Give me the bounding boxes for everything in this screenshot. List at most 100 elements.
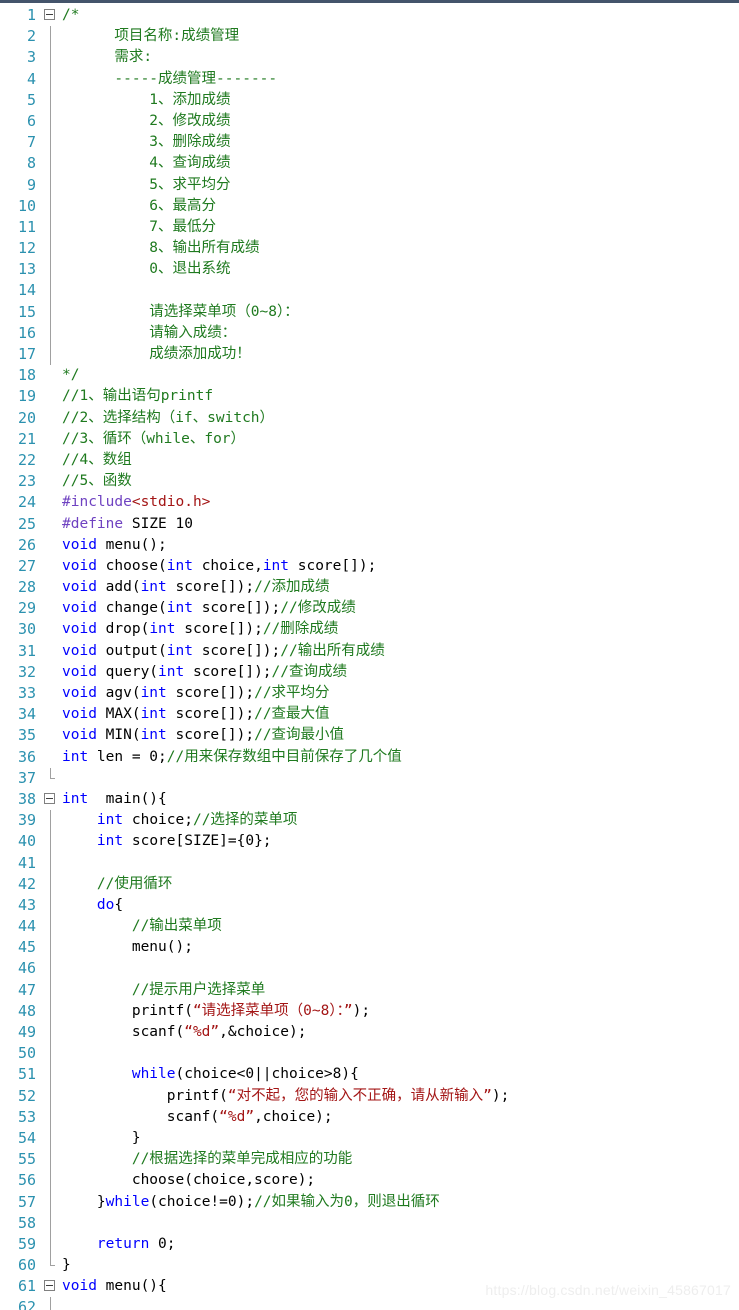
code-line[interactable]: 49 scanf(“%d”,&choice); (0, 1022, 739, 1044)
code-line[interactable]: 60} (0, 1255, 739, 1276)
code-line[interactable]: 48 printf(“请选择菜单项（0~8）：”); (0, 1000, 739, 1023)
token-cmt: //输出菜单项 (131, 918, 222, 935)
code-line[interactable]: 37 (0, 767, 739, 789)
token-kw: void (62, 557, 97, 574)
line-number: 40 (17, 832, 36, 851)
code-line[interactable]: 19 //1、输出语句printf (0, 386, 739, 407)
code-line[interactable]: 33 void agv(int score[]);//求平均分 (0, 683, 739, 704)
code-line[interactable]: 39 int choice;//选择的菜单项 (0, 810, 739, 832)
code-line[interactable]: 10 6、最高分 (0, 195, 739, 218)
code-lines-container[interactable]: 1/* 2 项目名称:成绩管理 3 需求: 4 -----成绩管理------- 5 1… (0, 3, 739, 1310)
code-line[interactable]: 26 void menu(); (0, 535, 739, 556)
code-line[interactable]: 32 void query(int score[]);//查询成绩 (0, 662, 739, 683)
code-line[interactable]: 11 7、最低分 (0, 216, 739, 239)
code-line[interactable]: 59 return 0; (0, 1233, 739, 1256)
code-line[interactable]: 51 while(choice<0||choice>8){ (0, 1064, 739, 1086)
code-editor-pane[interactable]: 1/* 2 项目名称:成绩管理 3 需求: 4 -----成绩管理------- 5 1… (0, 0, 739, 1310)
code-line[interactable]: 9 5、求平均分 (0, 174, 739, 196)
code-line[interactable]: 18 */ (0, 365, 739, 386)
code-line[interactable]: 42 //使用循环 (0, 873, 739, 896)
code-line[interactable]: 36 int len = 0;//用来保存数组中目前保存了几个值 (0, 747, 739, 768)
code-line[interactable]: 31 void output(int score[]);//输出所有成绩 (0, 641, 739, 662)
fold-collapse-icon[interactable] (42, 1276, 62, 1297)
token-plain: MIN( (96, 727, 141, 744)
code-line[interactable]: 20 //2、选择结构（if、switch） (0, 408, 739, 429)
code-line[interactable]: 7 3、删除成绩 (0, 132, 739, 154)
token-kw: void (62, 1278, 97, 1295)
token-cmt: 请选择菜单项（0~8）： (62, 303, 299, 320)
line-number: 60 (17, 1256, 36, 1275)
line-number: 56 (17, 1171, 36, 1190)
minus-icon[interactable] (44, 9, 55, 20)
code-line[interactable]: 46 (0, 958, 739, 980)
line-number: 27 (17, 556, 36, 575)
code-line[interactable]: 53 scanf(“%d”,choice); (0, 1106, 739, 1129)
code-line[interactable]: 6 2、修改成绩 (0, 110, 739, 133)
code-line[interactable]: 40 int score[SIZE]={0}; (0, 831, 739, 853)
code-line[interactable]: 38 int main(){ (0, 789, 739, 810)
line-number: 4 (26, 69, 36, 88)
code-line[interactable]: 57 }while(choice!=0);//如果输入为0，则退出循环 (0, 1191, 739, 1213)
code-line[interactable]: 56 choose(choice,score); (0, 1170, 739, 1192)
token-plain: menu(); (96, 536, 167, 553)
line-number: 22 (17, 450, 36, 469)
code-text: 3、删除成绩 (62, 132, 739, 153)
fold-guide-line (42, 301, 62, 324)
code-line[interactable]: 34 void MAX(int score[]);//查最大值 (0, 704, 739, 725)
code-line[interactable]: 54 } (0, 1127, 739, 1150)
code-line[interactable]: 58 (0, 1212, 739, 1235)
code-line[interactable]: 22 //4、数组 (0, 450, 739, 471)
token-cmt: //根据选择的菜单完成相应的功能 (131, 1151, 353, 1168)
code-line[interactable]: 28 void add(int score[]);//添加成绩 (0, 577, 739, 598)
token-kw: int (166, 642, 193, 659)
code-line[interactable]: 1 /* (0, 5, 739, 26)
code-line[interactable]: 12 8、输出所有成绩 (0, 238, 739, 260)
code-line[interactable]: 16 请输入成绩： (0, 322, 739, 345)
code-line[interactable]: 45 menu(); (0, 937, 739, 959)
code-line[interactable]: 27 void choose(int choice,int score[]); (0, 556, 739, 577)
code-line[interactable]: 24 #include<stdio.h> (0, 492, 739, 513)
code-line[interactable]: 2 项目名称:成绩管理 (0, 26, 739, 48)
token-plain: { (114, 896, 124, 913)
code-line[interactable]: 21 //3、循环（while、for） (0, 429, 739, 450)
code-line[interactable]: 47 //提示用户选择菜单 (0, 979, 739, 1002)
fold-guide-line (42, 1297, 62, 1310)
line-number: 29 (17, 599, 36, 618)
token-plain: MAX( (96, 706, 141, 723)
fold-gutter-empty (42, 408, 62, 429)
code-line[interactable]: 17 成绩添加成功！ (0, 344, 739, 366)
minus-icon[interactable] (44, 1280, 55, 1292)
fold-guide-line (42, 1106, 62, 1129)
code-line[interactable]: 13 0、退出系统 (0, 259, 739, 281)
code-line[interactable]: 52 printf(“对不起，您的输入不正确，请从新输入”); (0, 1085, 739, 1107)
code-line[interactable]: 23 //5、函数 (0, 471, 739, 492)
code-line[interactable]: 44 //输出菜单项 (0, 916, 739, 938)
code-line[interactable]: 55 //根据选择的菜单完成相应的功能 (0, 1149, 739, 1171)
code-line[interactable]: 29 void change(int score[]);//修改成绩 (0, 598, 739, 619)
code-text: #define SIZE 10 (62, 514, 739, 535)
code-line[interactable]: 61 void menu(){ (0, 1276, 739, 1297)
line-number: 1 (26, 6, 36, 24)
code-line[interactable]: 8 4、查询成绩 (0, 153, 739, 175)
token-plain: score[]); (166, 685, 255, 701)
code-line[interactable]: 41 (0, 852, 739, 874)
code-line[interactable]: 25 #define SIZE 10 (0, 514, 739, 535)
token-plain: } (62, 1129, 141, 1146)
code-line[interactable]: 14 (0, 280, 739, 302)
code-line[interactable]: 3 需求: (0, 47, 739, 69)
code-text: void drop(int score[]);//删除成绩 (62, 619, 739, 640)
minus-icon[interactable] (44, 792, 55, 804)
code-line[interactable]: 62 (0, 1297, 739, 1310)
fold-collapse-icon[interactable] (42, 789, 62, 810)
code-line[interactable]: 5 1、添加成绩 (0, 89, 739, 112)
fold-collapse-icon[interactable] (42, 5, 62, 26)
code-line[interactable]: 35 void MIN(int score[]);//查询最小值 (0, 725, 739, 746)
code-line[interactable]: 43 do{ (0, 894, 739, 917)
token-pp: #include (62, 494, 132, 511)
token-kw: return (96, 1235, 150, 1252)
fold-guide-line (42, 68, 62, 90)
code-line[interactable]: 15 请选择菜单项（0~8）： (0, 301, 739, 324)
code-line[interactable]: 4 -----成绩管理------- (0, 68, 739, 90)
code-line[interactable]: 50 (0, 1043, 739, 1065)
code-line[interactable]: 30 void drop(int score[]);//删除成绩 (0, 619, 739, 640)
